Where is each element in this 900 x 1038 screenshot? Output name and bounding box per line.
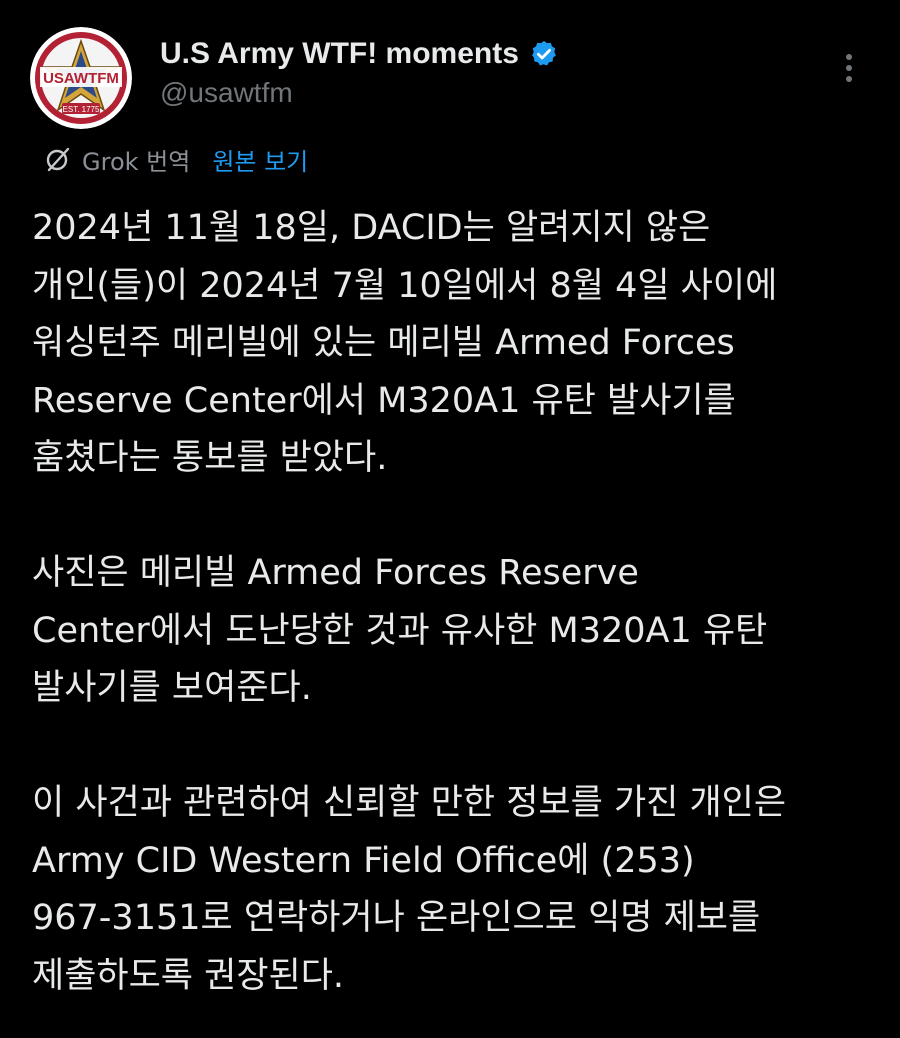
verified-badge-icon[interactable] [529, 39, 559, 69]
tweet-line: Army CID Western Field Office에 (253) [32, 840, 695, 881]
author-handle[interactable]: @usawtfm [160, 77, 293, 109]
tweet-line: 967-3151로 연락하거나 온라인으로 익명 제보를 [32, 898, 761, 938]
author-name-row: U.S Army WTF! moments [160, 34, 559, 74]
tweet-text: 2024년 11월 18일, DACID는 알려지지 않은 개인(들)이 202… [32, 200, 882, 1005]
tweet-line: 워싱턴주 메리빌에 있는 메리빌 Armed Forces [32, 323, 735, 363]
more-options-button[interactable] [832, 48, 866, 88]
tweet-line: 제출하도록 권장된다. [32, 955, 345, 996]
grok-translation-label: Grok 번역 [82, 147, 191, 176]
tweet-line: 2024년 11월 18일, DACID는 알려지지 않은 [32, 208, 711, 248]
author-display-name[interactable]: U.S Army WTF! moments [160, 37, 519, 71]
tweet-line: 훔쳤다는 통보를 받았다. [32, 438, 388, 478]
grok-icon [44, 145, 72, 173]
avatar-logo-text: USAWTFM [43, 70, 119, 87]
tweet-paragraph: 사진은 메리빌 Armed Forces Reserve Center에서 도난… [32, 545, 882, 718]
usawtfm-logo-icon: USAWTFM EST. 1775 [30, 27, 132, 129]
tweet-line: Reserve Center에서 M320A1 유탄 발사기를 [32, 380, 736, 421]
tweet-paragraph: 이 사건과 관련하여 신뢰할 만한 정보를 가진 개인은 Army CID We… [32, 775, 882, 1005]
tweet-line: 개인(들)이 2024년 7월 10일에서 8월 4일 사이에 [32, 265, 778, 306]
view-original-link[interactable]: 원본 보기 [212, 142, 308, 177]
tweet-line: 사진은 메리빌 Armed Forces Reserve [32, 553, 639, 593]
more-dot-icon [846, 76, 852, 82]
translation-bar: Grok 번역 원본 보기 [44, 140, 308, 178]
tweet-paragraph: 2024년 11월 18일, DACID는 알려지지 않은 개인(들)이 202… [32, 200, 882, 488]
avatar[interactable]: USAWTFM EST. 1775 [30, 27, 132, 129]
tweet-line: 이 사건과 관련하여 신뢰할 만한 정보를 가진 개인은 [32, 783, 787, 823]
avatar-est-text: EST. 1775 [63, 105, 100, 114]
more-dot-icon [846, 65, 852, 71]
tweet-line: Center에서 도난당한 것과 유사한 M320A1 유탄 [32, 610, 768, 651]
more-dot-icon [846, 54, 852, 60]
tweet-line: 발사기를 보여준다. [32, 668, 312, 708]
